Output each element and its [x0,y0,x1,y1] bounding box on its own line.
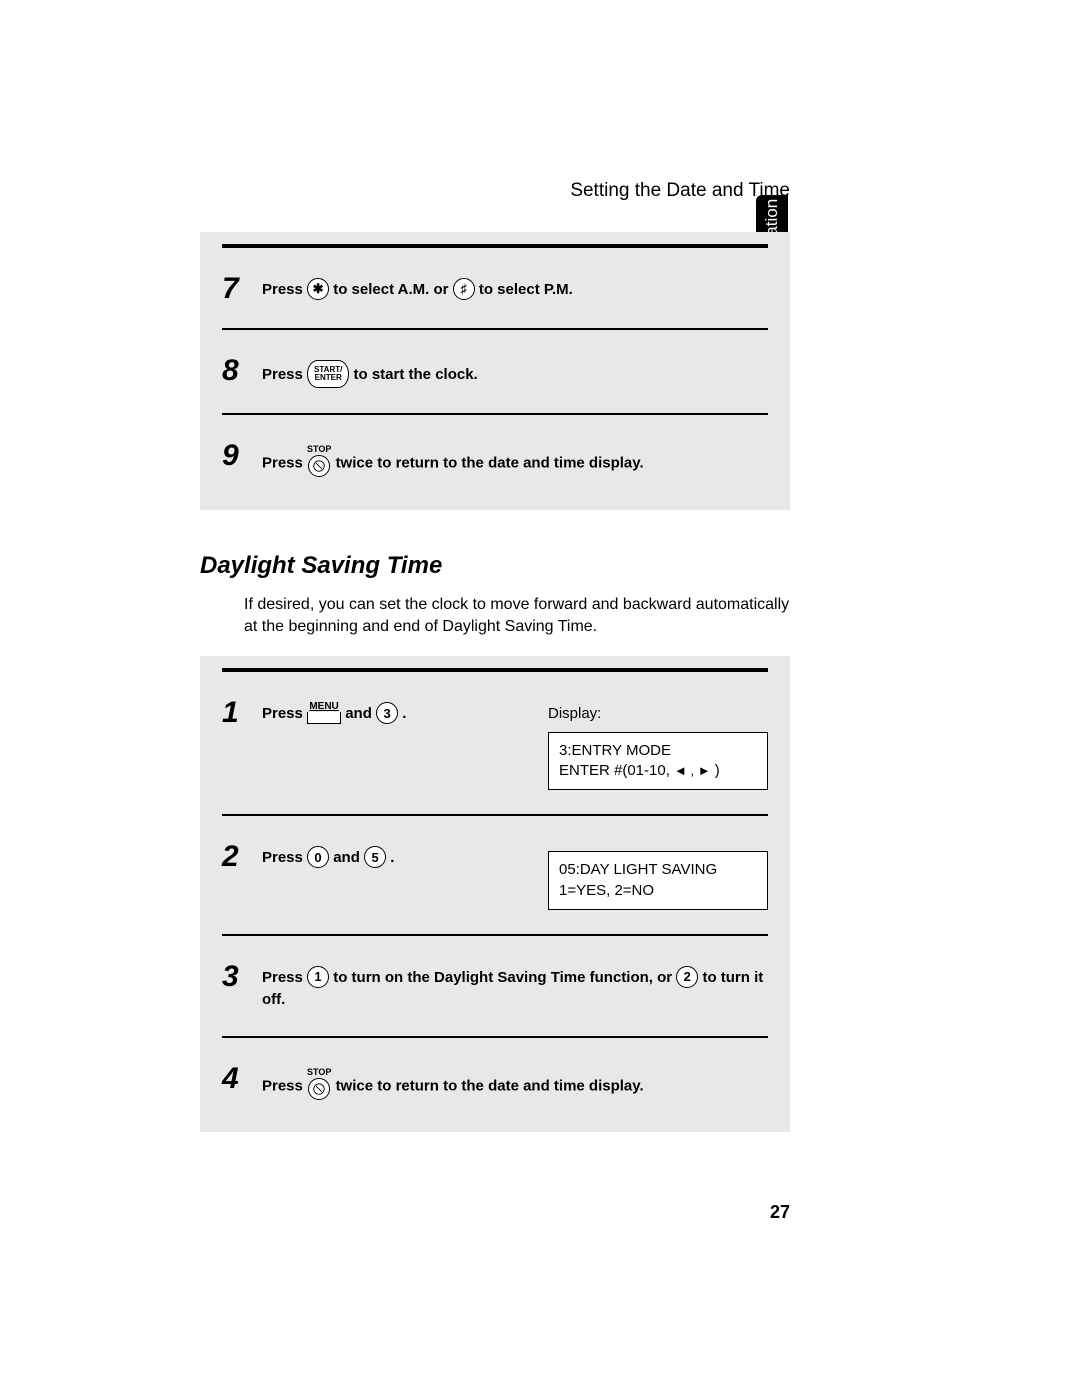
star-key-icon: ✱ [307,278,329,300]
text: Press [262,849,307,866]
step-number: 4 [222,1062,262,1094]
hash-key-icon: ♯ [453,278,475,300]
section-intro: If desired, you can set the clock to mov… [244,594,790,639]
text: Press [262,455,307,472]
step-number: 3 [222,960,262,992]
step-instruction: Press START/ ENTER to start the clock. [262,354,768,389]
text: to turn on the Daylight Saving Time func… [333,969,676,986]
text: to start the clock. [354,366,478,383]
step-instruction: Press 1 to turn on the Daylight Saving T… [262,960,768,1012]
text: twice to return to the date and time dis… [336,455,644,472]
step-instruction: Press STOP twice to return to the date a… [262,439,768,482]
step-number: 1 [222,696,262,728]
text: and [333,849,364,866]
text: and [345,705,376,722]
display-label: Display: [548,703,768,726]
display-preview: Display: 3:ENTRY MODE ENTER #(01-10, ◄ ,… [548,703,768,790]
step-9: 9 Press STOP twice to return to the date… [222,413,768,492]
key-0-icon: 0 [307,846,329,868]
stop-key-icon: STOP [307,1068,331,1104]
display-line: 1=YES, 2=NO [559,881,757,901]
display-line: ENTER #(01-10, ◄ , ► ) [559,761,757,781]
key-label-bottom: ENTER [315,373,342,382]
display-line: 3:ENTRY MODE [559,741,757,761]
step-number: 8 [222,354,262,386]
text: Press [262,705,307,722]
display-preview: 05:DAY LIGHT SAVING 1=YES, 2=NO [548,847,768,910]
stop-label: STOP [307,445,331,454]
menu-key-icon: MENU [307,702,341,724]
section-title: Daylight Saving Time [200,552,790,580]
steps-block-1: 7 Press ✱ to select A.M. or ♯ to select … [200,232,790,510]
steps-block-2: 1 Press MENU and 3 . Display: 3:ENTRY MO… [200,656,790,1132]
running-header: Setting the Date and Time [200,180,790,202]
key-3-icon: 3 [376,702,398,724]
text: to select P.M. [479,281,573,298]
key-2-icon: 2 [676,966,698,988]
step-8: 8 Press START/ ENTER to start the clock. [222,328,768,413]
dst-step-1: 1 Press MENU and 3 . Display: 3:ENTRY MO… [222,668,768,814]
text: Press [262,1078,307,1095]
dst-step-2: 2 Press 0 and 5 . 05:DAY LIGHT SAVING 1=… [222,814,768,934]
step-instruction: Press ✱ to select A.M. or ♯ to select P.… [262,272,768,302]
step-number: 7 [222,272,262,304]
key-1-icon: 1 [307,966,329,988]
text: Press [262,969,307,986]
page-content: Setting the Date and Time 7 Press ✱ to s… [200,180,790,1223]
step-instruction: Press 0 and 5 . 05:DAY LIGHT SAVING 1=YE… [262,840,768,910]
text: to select A.M. or [333,281,452,298]
key-5-icon: 5 [364,846,386,868]
text: Press [262,281,303,298]
text: . [390,849,394,866]
step-number: 9 [222,439,262,471]
page-number: 27 [200,1202,790,1223]
text: . [402,705,406,722]
display-line: 05:DAY LIGHT SAVING [559,860,757,880]
step-instruction: Press MENU and 3 . Display: 3:ENTRY MODE [262,696,768,790]
step-instruction: Press STOP twice to return to the date a… [262,1062,768,1105]
dst-step-3: 3 Press 1 to turn on the Daylight Saving… [222,934,768,1036]
step-number: 2 [222,840,262,872]
stop-key-icon: STOP [307,445,331,481]
text: Press [262,366,307,383]
text: twice to return to the date and time dis… [336,1078,644,1095]
menu-label: MENU [307,702,341,712]
step-7: 7 Press ✱ to select A.M. or ♯ to select … [222,244,768,328]
stop-label: STOP [307,1068,331,1077]
start-enter-key-icon: START/ ENTER [307,360,349,388]
dst-step-4: 4 Press STOP twice to return to the date… [222,1036,768,1115]
